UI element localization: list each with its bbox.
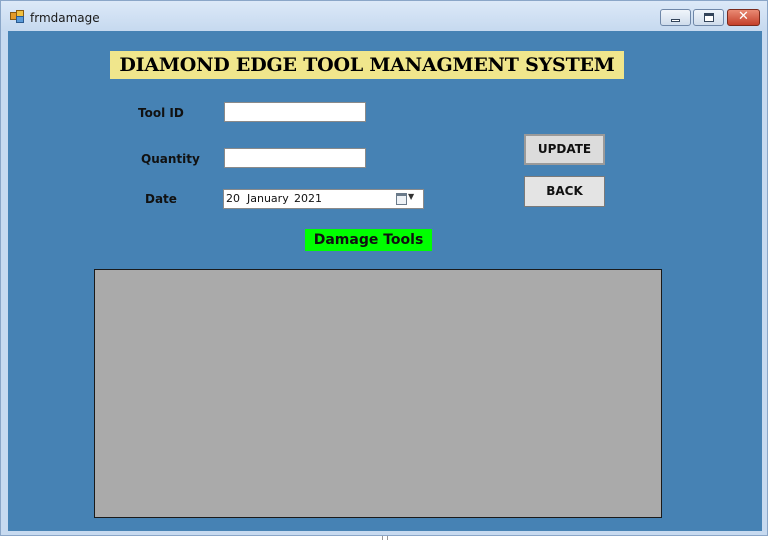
page-title: DIAMOND EDGE TOOL MANAGMENT SYSTEM [110, 51, 624, 79]
form-client-area: DIAMOND EDGE TOOL MANAGMENT SYSTEM Tool … [8, 31, 762, 531]
chevron-down-icon[interactable]: ▼ [408, 192, 414, 201]
date-picker[interactable]: 20 January 2021 ▼ [223, 189, 424, 209]
date-day[interactable]: 20 [226, 192, 240, 205]
close-button[interactable]: ✕ [727, 9, 760, 26]
date-label: Date [145, 192, 177, 206]
app-icon [10, 10, 24, 23]
minimize-icon [671, 19, 680, 22]
tool-id-input[interactable] [224, 102, 366, 122]
taskbar-edge [0, 536, 770, 540]
restore-button[interactable] [693, 9, 724, 26]
calendar-icon[interactable] [396, 193, 407, 205]
back-button[interactable]: BACK [524, 176, 605, 207]
grid-title: Damage Tools [305, 229, 432, 251]
window-title: frmdamage [30, 11, 100, 25]
date-month[interactable]: January [247, 192, 289, 205]
divider [387, 536, 388, 540]
minimize-button[interactable] [660, 9, 691, 26]
close-icon: ✕ [738, 9, 749, 24]
tool-id-label: Tool ID [138, 106, 184, 120]
date-year[interactable]: 2021 [294, 192, 322, 205]
title-bar[interactable]: frmdamage ✕ [1, 1, 767, 31]
damage-tools-grid[interactable] [94, 269, 662, 518]
update-button[interactable]: UPDATE [524, 134, 605, 165]
app-window: frmdamage ✕ DIAMOND EDGE TOOL MANAGMENT … [0, 0, 768, 536]
restore-icon [704, 13, 714, 22]
quantity-input[interactable] [224, 148, 366, 168]
divider [382, 536, 383, 540]
quantity-label: Quantity [141, 152, 200, 166]
